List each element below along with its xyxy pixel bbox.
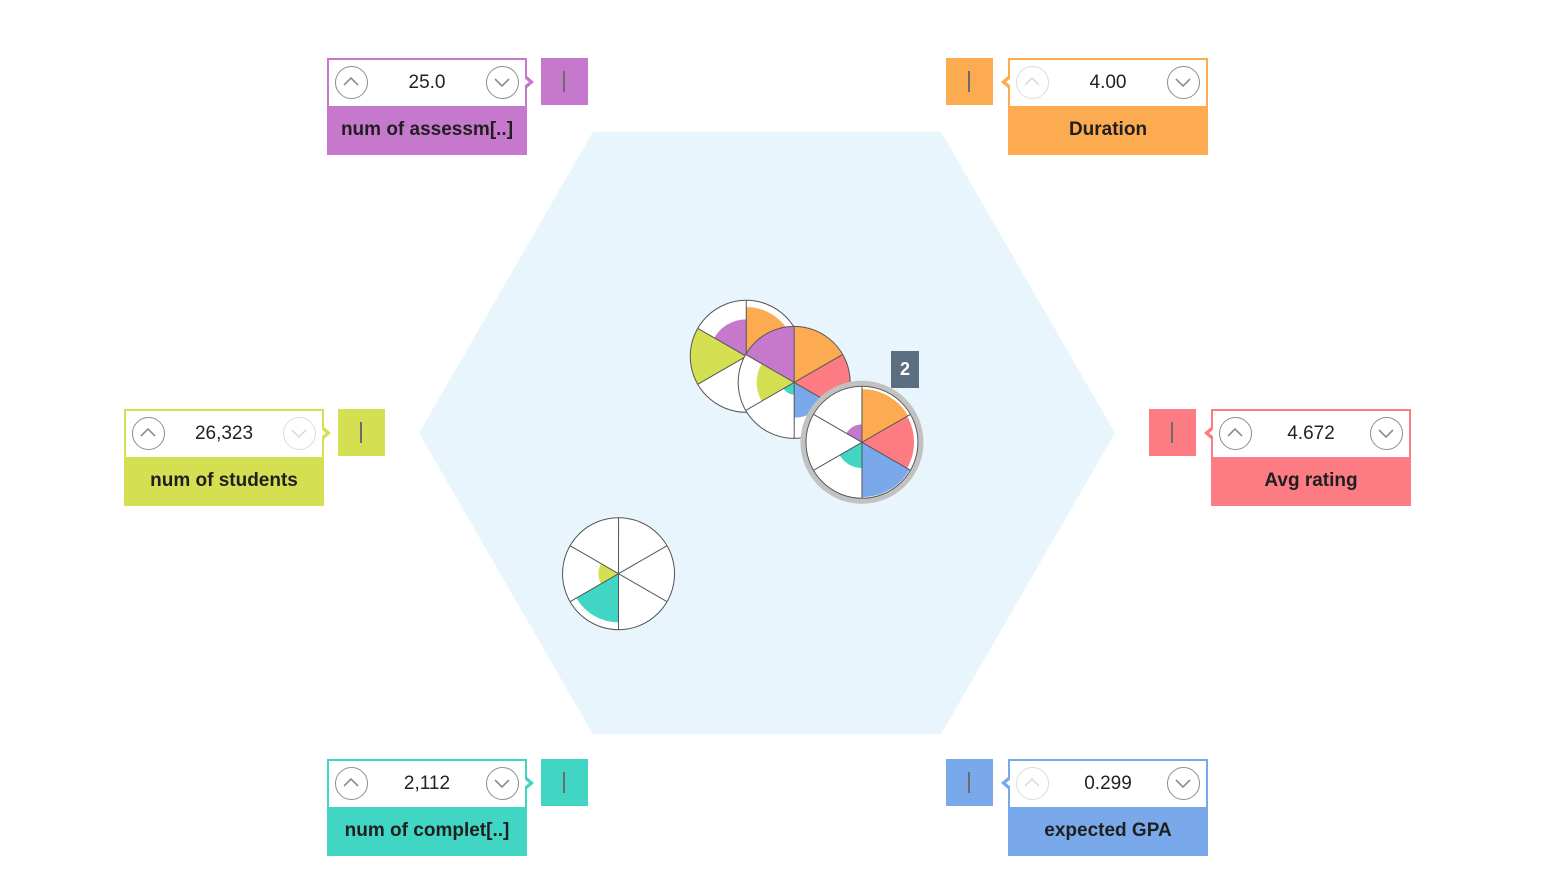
value-box-rating: 4.672 — [1211, 409, 1411, 459]
decrease-button-completions[interactable] — [486, 767, 519, 800]
chevron-down-icon — [1175, 78, 1191, 88]
value-box-students: 26,323 — [124, 409, 324, 459]
grip-icon — [968, 71, 970, 92]
grip-icon — [563, 71, 565, 92]
glyph-item-3[interactable] — [800, 380, 924, 504]
value-box-completions: 2,112 — [327, 759, 527, 809]
count-badge: 2 — [890, 351, 919, 389]
label-duration: Duration — [1008, 108, 1208, 155]
grip-icon — [360, 422, 362, 443]
pointer-inner-duration — [1006, 78, 1011, 86]
pointer-inner-assessments — [524, 78, 529, 86]
label-students: num of students — [124, 459, 324, 506]
grip-icon — [1171, 422, 1173, 443]
decrease-button-rating[interactable] — [1370, 417, 1403, 450]
value-box-gpa: 0.299 — [1008, 759, 1208, 809]
chevron-down-icon — [494, 779, 510, 789]
decrease-button-assessments[interactable] — [486, 66, 519, 99]
grip-icon — [968, 772, 970, 793]
decrease-button-duration[interactable] — [1167, 66, 1200, 99]
pointer-inner-gpa — [1006, 779, 1011, 787]
drag-handle-duration[interactable] — [946, 58, 993, 105]
chevron-down-icon — [494, 78, 510, 88]
drag-handle-completions[interactable] — [541, 759, 588, 806]
grip-icon — [563, 772, 565, 793]
axis-widget-assessments: 25.0 num of assessm[..] — [327, 58, 588, 155]
label-assessments: num of assessm[..] — [327, 108, 527, 155]
drag-handle-gpa[interactable] — [946, 759, 993, 806]
glyph-item-4[interactable] — [562, 517, 676, 631]
chevron-down-icon — [291, 429, 307, 439]
drag-handle-assessments[interactable] — [541, 58, 588, 105]
label-gpa: expected GPA — [1008, 809, 1208, 856]
pointer-inner-rating — [1209, 429, 1214, 437]
value-box-assessments: 25.0 — [327, 58, 527, 108]
axis-widget-duration: 4.00 Duration — [946, 58, 1208, 155]
axis-widget-students: 26,323 num of students — [124, 409, 385, 506]
decrease-button-gpa[interactable] — [1167, 767, 1200, 800]
chevron-down-icon — [1175, 779, 1191, 789]
radviz-hexagon — [419, 131, 1115, 735]
pointer-inner-students — [321, 429, 326, 437]
decrease-button-students[interactable] — [283, 417, 316, 450]
label-completions: num of complet[..] — [327, 809, 527, 856]
axis-widget-gpa: 0.299 expected GPA — [946, 759, 1208, 856]
drag-handle-students[interactable] — [338, 409, 385, 456]
axis-widget-rating: 4.672 Avg rating — [1149, 409, 1411, 506]
chevron-down-icon — [1378, 429, 1394, 439]
drag-handle-rating[interactable] — [1149, 409, 1196, 456]
axis-widget-completions: 2,112 num of complet[..] — [327, 759, 588, 856]
pointer-inner-completions — [524, 779, 529, 787]
label-rating: Avg rating — [1211, 459, 1411, 506]
value-box-duration: 4.00 — [1008, 58, 1208, 108]
